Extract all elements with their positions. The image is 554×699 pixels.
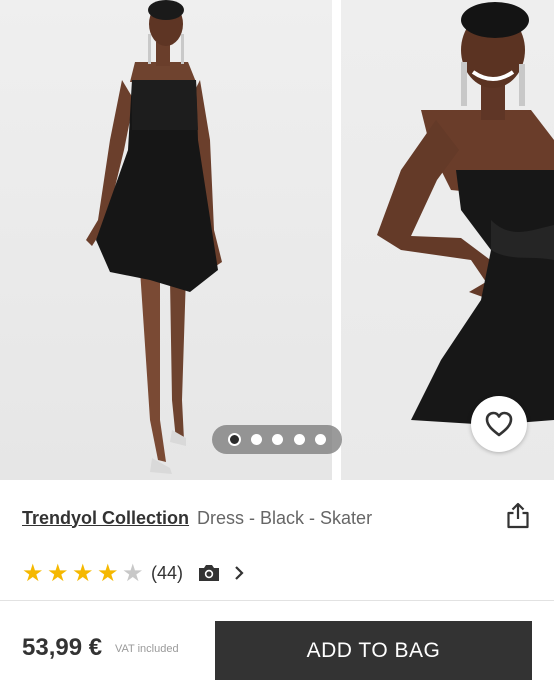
brand-link[interactable]: Trendyol Collection: [22, 508, 189, 529]
product-image-gallery[interactable]: [0, 0, 554, 480]
price: 53,99 €: [22, 634, 103, 661]
product-title: Trendyol Collection Dress - Black - Skat…: [22, 505, 532, 531]
share-icon: [507, 502, 529, 529]
star-empty-icon: ★: [122, 559, 144, 587]
add-to-bag-button[interactable]: ADD TO BAG: [215, 621, 532, 680]
star-full-icon: ★: [47, 559, 69, 587]
chevron-right-icon[interactable]: [233, 565, 245, 581]
heart-icon: [485, 411, 513, 437]
camera-icon[interactable]: [197, 563, 221, 583]
star-rating: ★ ★ ★ ★ ★: [22, 561, 147, 585]
gallery-dot[interactable]: [251, 434, 263, 445]
review-count[interactable]: (44): [151, 563, 183, 584]
star-full-icon: ★: [72, 559, 94, 587]
product-photo-front[interactable]: [0, 0, 332, 480]
gallery-dot[interactable]: [272, 434, 284, 445]
product-name: Dress - Black - Skater: [197, 507, 373, 528]
gallery-pagination[interactable]: [212, 425, 342, 454]
divider: [0, 600, 554, 601]
vat-note: VAT included: [115, 643, 179, 655]
share-button[interactable]: [506, 501, 530, 529]
gallery-dot[interactable]: [228, 433, 242, 446]
gallery-dot[interactable]: [293, 434, 305, 445]
model-front-illustration: [86, 0, 222, 474]
rating-summary[interactable]: ★ ★ ★ ★ ★ (44): [22, 560, 245, 586]
gallery-dot[interactable]: [314, 434, 326, 445]
favorite-button[interactable]: [471, 396, 527, 452]
star-full-icon: ★: [97, 559, 119, 587]
star-full-icon: ★: [22, 559, 44, 587]
